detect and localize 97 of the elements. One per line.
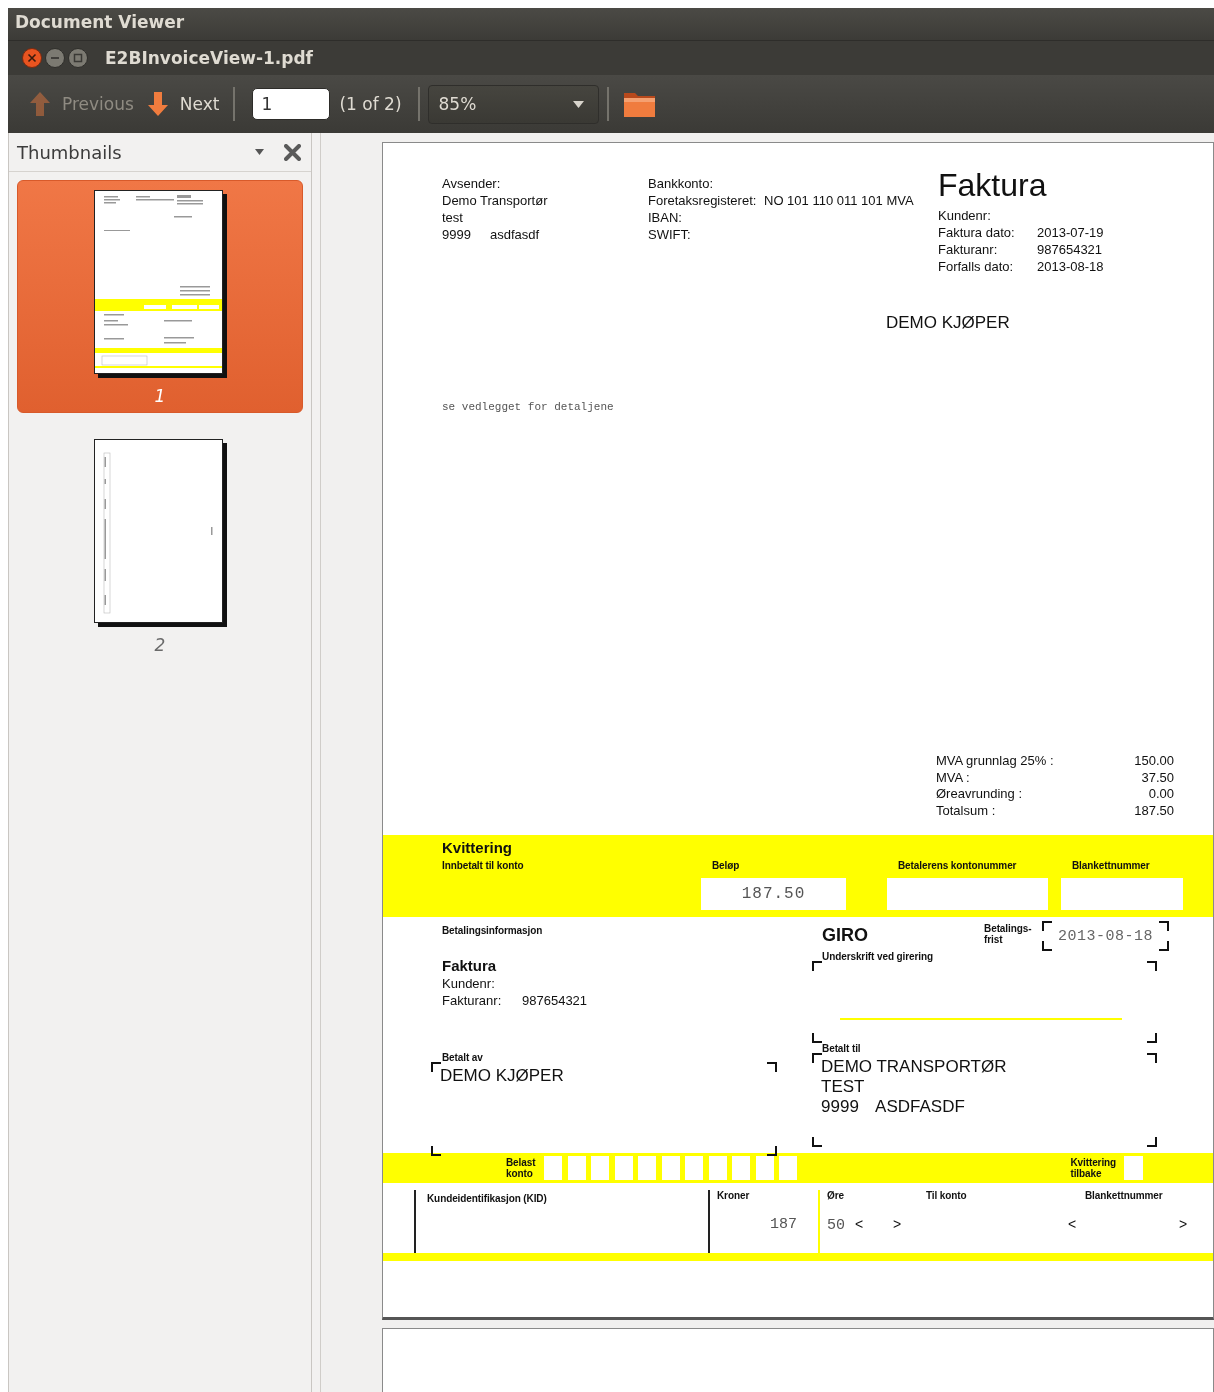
payment-field-label: Fakturanr: xyxy=(442,992,503,1009)
invoice-note: se vedlegget for detaljene xyxy=(442,401,614,413)
field-label: Kvittering tilbake xyxy=(1070,1157,1117,1179)
bracket-mark: > xyxy=(1179,1216,1188,1232)
corner-mark xyxy=(812,961,823,971)
field-label: Beløp xyxy=(711,860,741,871)
field-label: Øre xyxy=(827,1190,845,1201)
total-label: Totalsum : xyxy=(936,802,997,819)
field-label: Kroner xyxy=(717,1190,751,1201)
corner-mark xyxy=(812,1033,823,1043)
caret-icon xyxy=(255,149,264,155)
due-date: 2013-08-18 xyxy=(1058,927,1154,945)
field-label: Innbetalt til konto xyxy=(442,860,525,871)
field-label: Betalt av xyxy=(442,1052,483,1062)
corner-mark xyxy=(1159,941,1170,951)
sender-address-line: test xyxy=(442,209,463,226)
invoice-field-value: 987654321 xyxy=(1037,241,1104,258)
field-label: Underskrift ved girering xyxy=(822,951,933,961)
field-label: Belast konto xyxy=(506,1157,536,1179)
window-close-button[interactable] xyxy=(22,48,42,68)
amount-field: 187.50 xyxy=(701,878,846,910)
arrow-down-icon xyxy=(145,90,170,118)
payee-city: ASDFASDF xyxy=(875,1097,965,1116)
invoice-field-value: 2013-07-19 xyxy=(1037,224,1104,241)
buyer-name: DEMO KJØPER xyxy=(886,313,1010,333)
bank-field-value: NO 101 110 011 101 MVA xyxy=(764,193,914,208)
sender-postcode: 9999 xyxy=(442,226,472,243)
sender-label: Avsender: xyxy=(442,175,501,192)
corner-mark xyxy=(1147,1033,1158,1043)
invoice-field-value: 2013-08-18 xyxy=(1037,258,1104,275)
total-label: MVA : xyxy=(936,769,971,786)
ore-value: 50 xyxy=(827,1217,846,1234)
invoice-title: Faktura xyxy=(938,166,1048,205)
field-label: Betalings- frist xyxy=(984,923,1033,945)
corner-mark xyxy=(1042,941,1053,951)
corner-mark xyxy=(1147,1053,1158,1063)
bracket-mark: > xyxy=(893,1216,903,1232)
total-value: 37.50 xyxy=(1140,769,1174,786)
sender-city: asdfasdf xyxy=(490,227,540,242)
field-label: Kundeidentifikasjon (KID) xyxy=(427,1193,547,1204)
close-icon xyxy=(284,143,301,161)
bracket-mark: < xyxy=(855,1216,865,1232)
corner-mark xyxy=(767,1062,777,1072)
window-title: E2BInvoiceView-1.pdf xyxy=(105,48,314,68)
page-count: (1 of 2) xyxy=(339,94,402,114)
invoice-field-label: Faktura dato: xyxy=(938,224,1016,241)
field-label: Betalerens kontonummer xyxy=(897,860,1018,871)
payment-field-label: Kundenr: xyxy=(442,975,496,992)
invoice-field-label: Fakturanr: xyxy=(938,241,999,258)
close-sidebar-button[interactable] xyxy=(284,143,301,161)
payee-address-line: DEMO TRANSPORTØR xyxy=(821,1057,1007,1077)
field-label: Til konto xyxy=(926,1190,968,1201)
page-thumbnail-item[interactable]: 2 xyxy=(17,429,303,662)
bank-field-label: Foretaksregisteret: xyxy=(648,193,757,208)
payee-postcode: 9999 xyxy=(821,1097,860,1117)
app-title: Document Viewer xyxy=(15,12,185,32)
invoice-field-label: Forfalls dato: xyxy=(938,258,1015,275)
total-value: 187.50 xyxy=(1134,802,1174,819)
section-label: Betalingsinformasjon xyxy=(442,925,543,938)
field-label: Blankettnummer xyxy=(1085,1190,1163,1201)
caret-icon xyxy=(572,100,584,108)
bank-field-label: SWIFT: xyxy=(648,227,691,242)
invoice-field-label: Kundenr: xyxy=(938,207,992,224)
payment-field-value: 987654321 xyxy=(522,992,589,1009)
receipt-return-box xyxy=(1124,1156,1144,1180)
sidebar-mode-dropdown[interactable]: Thumbnails xyxy=(17,141,264,163)
folder-icon[interactable] xyxy=(622,90,656,118)
sender-address-line: Demo Transportør xyxy=(442,192,548,209)
corner-mark xyxy=(1147,961,1158,971)
corner-mark xyxy=(1042,921,1053,931)
field-label: Blankettnummer xyxy=(1071,860,1151,871)
receipt-title: Kvittering xyxy=(442,838,512,857)
field-label: Betalt til xyxy=(822,1043,861,1053)
corner-mark xyxy=(1159,921,1170,931)
page-thumbnail-item[interactable]: 1 xyxy=(17,180,303,413)
next-button[interactable]: Next xyxy=(139,84,226,124)
zoom-dropdown[interactable]: 85% xyxy=(427,84,599,124)
window-maximize-button[interactable] xyxy=(68,48,88,68)
corner-mark xyxy=(812,1053,823,1063)
total-label: Øreavrunding : xyxy=(936,786,1023,803)
total-label: MVA grunnlag 25% : xyxy=(936,753,1055,770)
window-minimize-button[interactable] xyxy=(45,48,65,68)
giro-title: GIRO xyxy=(822,925,870,946)
bracket-mark: < xyxy=(1068,1216,1078,1232)
corner-mark xyxy=(812,1137,823,1147)
payee-address-line: TEST xyxy=(821,1077,865,1097)
corner-mark xyxy=(431,1062,441,1072)
arrow-up-icon xyxy=(28,90,52,118)
corner-mark xyxy=(1147,1137,1158,1147)
total-value: 150.00 xyxy=(1134,753,1174,770)
total-value: 0.00 xyxy=(1147,786,1174,803)
payment-info-title: Faktura xyxy=(442,956,497,975)
payer-address: DEMO KJØPER xyxy=(440,1066,564,1086)
bank-field-label: IBAN: xyxy=(648,210,682,225)
kroner-value: 187 xyxy=(770,1216,797,1233)
bank-label: Bankkonto: xyxy=(648,175,714,192)
page-field[interactable]: 1 xyxy=(252,88,331,120)
